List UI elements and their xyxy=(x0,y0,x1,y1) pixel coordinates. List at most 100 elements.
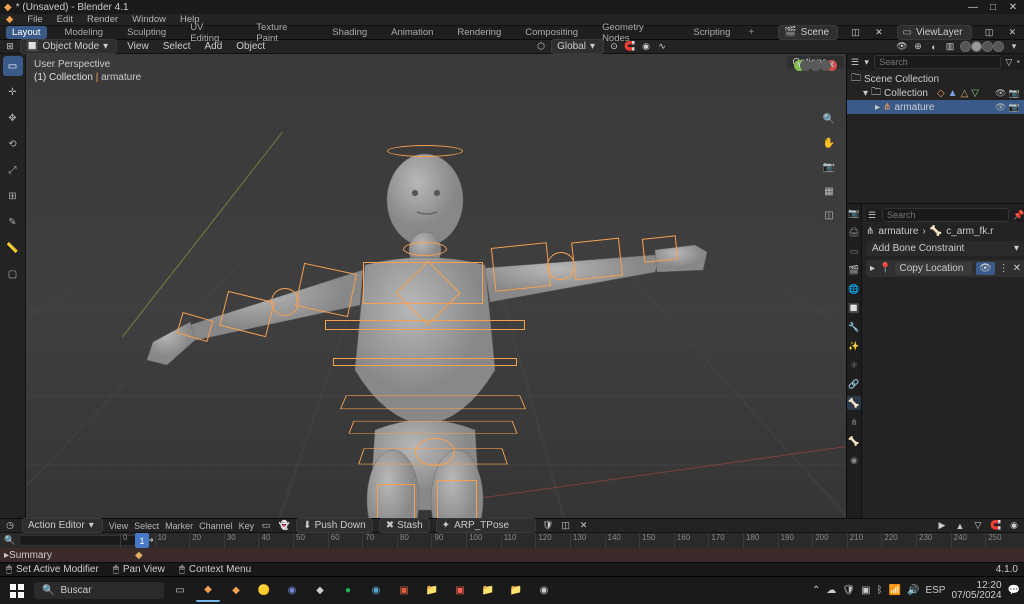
outliner-filter-icon[interactable]: ▽ xyxy=(1005,56,1012,68)
props-pin-icon[interactable]: 📌 xyxy=(1013,209,1024,221)
tray-gpu-icon[interactable]: ▣ xyxy=(861,585,870,596)
rig-forearm-r[interactable] xyxy=(571,238,623,281)
move-tool[interactable]: ✥ xyxy=(3,108,23,128)
tray-lang[interactable]: ESP xyxy=(925,585,945,596)
rig-elbow-l[interactable] xyxy=(271,288,299,316)
select-tool[interactable]: ▭ xyxy=(3,56,23,76)
solid-shading[interactable] xyxy=(971,41,982,52)
app-obs[interactable]: ◉ xyxy=(532,580,556,602)
ae-select[interactable]: Select xyxy=(134,521,159,531)
app-steam[interactable]: ◉ xyxy=(364,580,388,602)
push-down-button[interactable]: ⬇Push Down xyxy=(296,518,373,533)
hdr-select[interactable]: Select xyxy=(163,41,191,52)
measure-tool[interactable]: 📏 xyxy=(3,238,23,258)
app-explorer[interactable]: 📁 xyxy=(504,580,528,602)
app-folder1[interactable]: 📁 xyxy=(420,580,444,602)
orientation-icon[interactable]: ⬡ xyxy=(535,41,547,53)
close-button[interactable]: ✕ xyxy=(1006,1,1020,13)
scene-selector[interactable]: 🎬Scene xyxy=(778,25,838,40)
tab-rendering[interactable]: Rendering xyxy=(451,26,507,39)
props-editor-icon[interactable]: ☰ xyxy=(866,209,878,221)
tray-volume-icon[interactable]: 🔊 xyxy=(907,585,919,596)
rendered-shading[interactable] xyxy=(993,41,1004,52)
timeline[interactable]: 🔍 ⟷ 010203040506070809010011012013014015… xyxy=(0,533,1024,548)
props-search[interactable] xyxy=(882,208,1009,222)
3d-viewport[interactable]: Options ▾ User Perspective (1) Collectio… xyxy=(26,54,846,518)
delete-scene-button[interactable]: ✕ xyxy=(873,27,884,39)
notifications-icon[interactable]: 💬 xyxy=(1008,585,1020,596)
pan-icon[interactable]: ✋ xyxy=(820,134,838,152)
viewlayer-selector[interactable]: ▭ViewLayer xyxy=(897,25,972,40)
mode-selector[interactable]: 🔲Object Mode▾ xyxy=(20,39,117,54)
menu-file[interactable]: File xyxy=(27,14,42,25)
taskbar-search[interactable]: 🔍Buscar xyxy=(34,582,164,599)
xray-icon[interactable]: ▥ xyxy=(944,41,956,53)
app-spotify[interactable]: ● xyxy=(336,580,360,602)
outliner-editor-icon[interactable]: ☰ xyxy=(851,56,859,68)
ae-channel[interactable]: Channel xyxy=(199,521,233,531)
constraint-name[interactable]: Copy Location xyxy=(895,262,971,275)
menu-edit[interactable]: Edit xyxy=(57,14,73,25)
add-constraint-button[interactable]: Add Bone Constraint▾ xyxy=(866,241,1024,256)
ae-sel-icon[interactable]: ▲ xyxy=(954,520,966,532)
rig-hip2[interactable] xyxy=(348,421,517,434)
outliner-armature[interactable]: ▸⋔armature 👁 📷 xyxy=(847,100,1024,114)
outliner-display-icon[interactable]: ▾ xyxy=(863,56,870,68)
tray-chevron-icon[interactable]: ⌃ xyxy=(812,585,820,596)
ptab-world[interactable]: 🌐 xyxy=(847,282,861,296)
taskbar-clock[interactable]: 12:20 07/05/2024 xyxy=(951,581,1001,601)
fake-user-icon[interactable]: 🛡 xyxy=(542,520,554,532)
outliner-collection[interactable]: ▾🗀Collection ◇▲△▽ 👁 📷 xyxy=(847,86,1024,100)
persp-icon[interactable]: ▦ xyxy=(820,182,838,200)
ae-marker[interactable]: Marker xyxy=(165,521,193,531)
task-view-button[interactable]: ▭ xyxy=(168,580,192,602)
ae-view[interactable]: View xyxy=(109,521,128,531)
ae-ghost-icon[interactable]: 👻 xyxy=(278,520,290,532)
hdr-object[interactable]: Object xyxy=(236,41,265,52)
new-scene-button[interactable]: ◫ xyxy=(850,27,861,39)
new-action-icon[interactable]: ◫ xyxy=(560,520,572,532)
rotate-tool[interactable]: ⟲ xyxy=(3,134,23,154)
tab-layout[interactable]: Layout xyxy=(6,26,47,39)
outliner-search[interactable] xyxy=(874,55,1001,69)
tab-animation[interactable]: Animation xyxy=(385,26,439,39)
constraint-expand-icon[interactable]: ▸ xyxy=(870,263,875,274)
rig-neck[interactable] xyxy=(403,242,447,256)
matprev-shading[interactable] xyxy=(982,41,993,52)
app-folder2[interactable]: 📁 xyxy=(476,580,500,602)
tray-onedrive-icon[interactable]: ☁ xyxy=(826,585,836,596)
menu-render[interactable]: Render xyxy=(87,14,118,25)
ae-nla-icon[interactable]: ▭ xyxy=(260,520,272,532)
zoom-icon[interactable]: 🔍 xyxy=(820,110,838,128)
shading-dropdown[interactable]: ▾ xyxy=(1008,41,1020,53)
delete-viewlayer-button[interactable]: ✕ xyxy=(1007,27,1018,39)
ae-arrow-icon[interactable]: ▶ xyxy=(936,520,948,532)
summary-row[interactable]: ▸ Summary ◆ xyxy=(0,548,1024,562)
tray-wifi-icon[interactable]: 📶 xyxy=(889,585,901,596)
ae-prop-icon[interactable]: ◉ xyxy=(1008,520,1020,532)
rig-thigh-l[interactable] xyxy=(377,484,415,518)
constraint-eye-icon[interactable]: 👁 xyxy=(976,262,995,275)
camera-icon[interactable]: 📷 xyxy=(820,158,838,176)
ptab-material[interactable]: ◉ xyxy=(847,453,861,467)
minimize-button[interactable]: — xyxy=(966,1,980,13)
annotate-tool[interactable]: ✎ xyxy=(3,212,23,232)
tray-security-icon[interactable]: 🛡 xyxy=(842,585,855,596)
wireframe-shading[interactable] xyxy=(960,41,971,52)
menu-window[interactable]: Window xyxy=(132,14,166,25)
clip-icon[interactable]: ◫ xyxy=(820,206,838,224)
ptab-boneconstr[interactable]: 🦴 xyxy=(847,396,861,410)
arm-visibility[interactable]: 👁 📷 xyxy=(995,102,1020,113)
app-vscode[interactable]: ▣ xyxy=(392,580,416,602)
rig-mid2[interactable] xyxy=(333,358,517,366)
ptab-render[interactable]: 📷 xyxy=(847,206,861,220)
editor-type-icon[interactable]: ⊞ xyxy=(4,41,16,53)
proportional-icon[interactable]: ◉ xyxy=(640,41,652,53)
ae-key[interactable]: Key xyxy=(239,521,255,531)
app-discord[interactable]: ◉ xyxy=(280,580,304,602)
tab-modeling[interactable]: Modeling xyxy=(59,26,110,39)
ae-editor-icon[interactable]: ◷ xyxy=(4,520,16,532)
ae-mode[interactable]: Action Editor▾ xyxy=(22,518,103,533)
add-workspace-button[interactable]: + xyxy=(748,27,754,38)
pivot-icon[interactable]: ⊙ xyxy=(608,41,620,53)
